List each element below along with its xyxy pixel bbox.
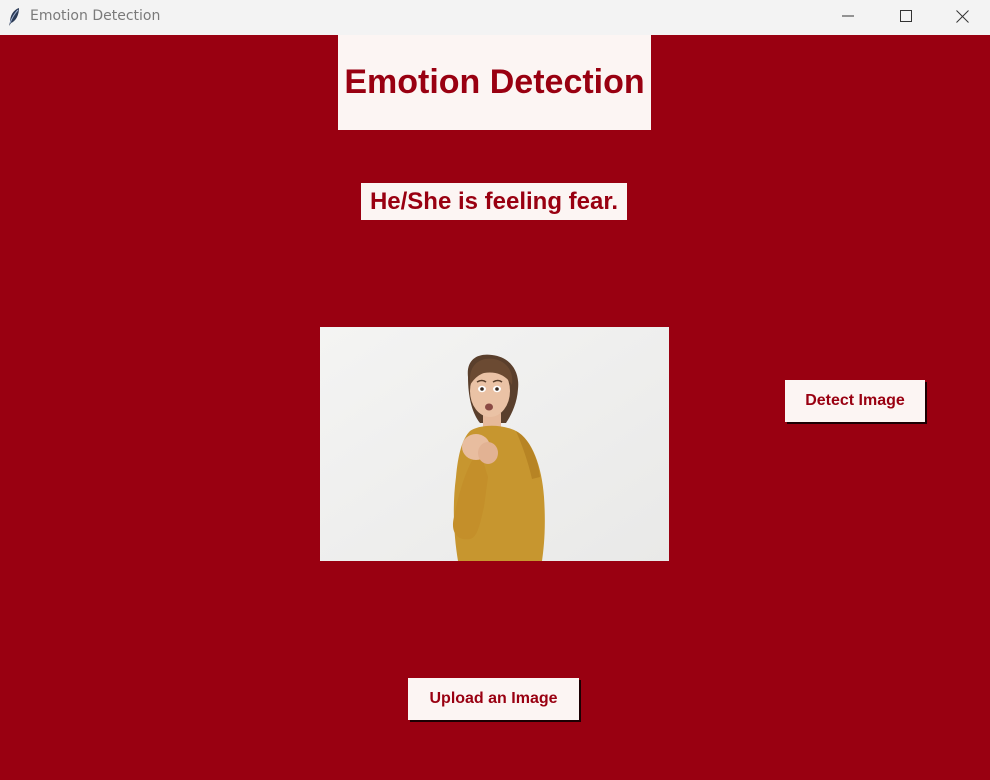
minimize-button[interactable] — [819, 0, 877, 32]
minimize-icon — [842, 10, 854, 22]
heading-panel: Emotion Detection — [338, 35, 651, 130]
close-icon — [956, 9, 969, 23]
detect-image-button[interactable]: Detect Image — [785, 380, 925, 422]
upload-image-button[interactable]: Upload an Image — [408, 678, 579, 720]
feather-icon — [7, 7, 21, 27]
maximize-icon — [900, 10, 912, 22]
result-panel: He/She is feeling fear. — [361, 183, 627, 220]
photo-illustration — [320, 327, 669, 561]
maximize-button[interactable] — [877, 0, 935, 32]
close-button[interactable] — [935, 0, 990, 32]
window-titlebar: Emotion Detection — [0, 0, 990, 35]
window-title: Emotion Detection — [30, 8, 161, 24]
app-content: Emotion Detection He/She is feeling fear… — [0, 35, 990, 780]
uploaded-image — [320, 327, 669, 561]
page-title: Emotion Detection — [344, 63, 645, 101]
emotion-result: He/She is feeling fear. — [369, 187, 619, 215]
